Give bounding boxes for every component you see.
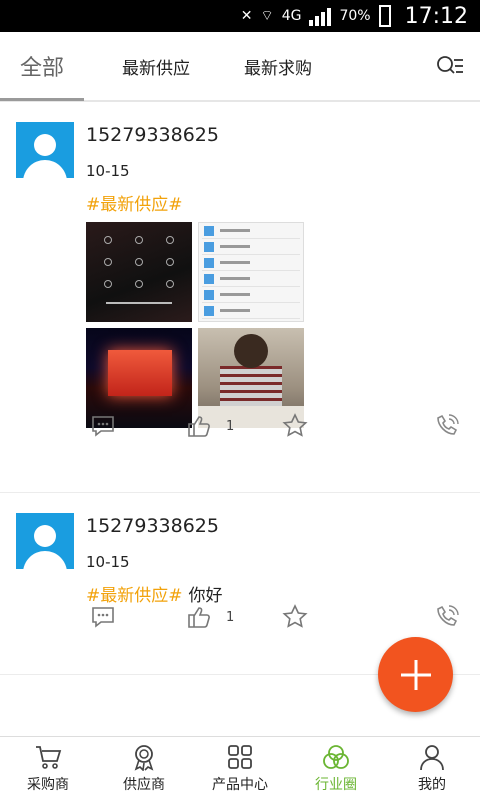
- post-date: 10-15: [86, 162, 130, 180]
- post-image-grid: [86, 222, 304, 428]
- mute-icon: ✕: [240, 8, 253, 24]
- thumbs-up-icon: [188, 416, 210, 437]
- person-icon: [420, 745, 444, 771]
- tab-latest-supply[interactable]: 最新供应: [106, 32, 206, 100]
- bottom-navigation: 采购商 供应商 产品中心 行业圈 我的: [0, 736, 480, 800]
- add-post-button[interactable]: [378, 637, 453, 712]
- post-content: #最新供应# 你好: [86, 581, 223, 606]
- comment-button[interactable]: [90, 604, 116, 630]
- like-count: 1: [226, 609, 235, 625]
- search-filter-icon[interactable]: [434, 52, 464, 82]
- star-icon: [282, 604, 308, 628]
- nav-label: 我的: [418, 777, 446, 793]
- medal-icon: [134, 745, 154, 771]
- nav-buyers[interactable]: 采购商: [0, 737, 96, 800]
- comment-icon: [92, 607, 114, 628]
- phone-icon: [437, 414, 459, 435]
- call-button[interactable]: [434, 604, 460, 630]
- nav-label: 产品中心: [212, 777, 268, 793]
- avatar[interactable]: [16, 513, 74, 569]
- nav-label: 供应商: [123, 777, 165, 793]
- post-message: 你好: [188, 586, 223, 606]
- post-image-screenshot-controls[interactable]: [86, 222, 192, 322]
- status-bar: ✕ ⌔ 4G 70% 17:12: [0, 0, 480, 32]
- favorite-button[interactable]: [282, 413, 308, 439]
- comment-button[interactable]: [90, 413, 116, 439]
- favorite-button[interactable]: [282, 604, 308, 630]
- grid-icon: [228, 745, 252, 769]
- like-button[interactable]: 1: [186, 604, 234, 630]
- post-tag[interactable]: #最新供应#: [86, 586, 183, 606]
- like-button[interactable]: 1: [186, 413, 234, 439]
- avatar[interactable]: [16, 122, 74, 178]
- phone-icon: [437, 605, 459, 626]
- clock: 17:12: [404, 3, 468, 29]
- post-username: 15279338625: [86, 124, 219, 146]
- post-username: 15279338625: [86, 515, 219, 537]
- nav-label: 采购商: [27, 777, 69, 793]
- post-image-screenshot-list[interactable]: [198, 222, 304, 322]
- comment-icon: [92, 416, 114, 437]
- thumbs-up-icon: [188, 607, 210, 628]
- nav-industry-circle[interactable]: 行业圈: [288, 737, 384, 800]
- network-type: 4G: [281, 8, 302, 24]
- post-card[interactable]: 15279338625 10-15 #最新供应# 1: [0, 102, 480, 493]
- nav-products[interactable]: 产品中心: [192, 737, 288, 800]
- battery-icon: [378, 5, 391, 27]
- tab-latest-purchase[interactable]: 最新求购: [228, 32, 328, 100]
- battery-percent: 70%: [339, 8, 371, 24]
- like-count: 1: [226, 418, 235, 434]
- tab-all[interactable]: 全部: [0, 31, 84, 101]
- post-date: 10-15: [86, 553, 130, 571]
- wifi-icon: ⌔: [260, 8, 274, 24]
- call-button[interactable]: [434, 413, 460, 439]
- star-icon: [282, 413, 308, 437]
- cart-icon: [36, 746, 62, 769]
- post-content: #最新供应#: [86, 190, 189, 215]
- signal-icon: [309, 6, 332, 26]
- nav-suppliers[interactable]: 供应商: [96, 737, 192, 800]
- tab-bar: 全部 最新供应 最新求购: [0, 32, 480, 102]
- plus-icon: [400, 659, 431, 690]
- nav-mine[interactable]: 我的: [384, 737, 480, 800]
- post-tag[interactable]: #最新供应#: [86, 195, 183, 215]
- nav-label: 行业圈: [315, 777, 357, 793]
- circles-icon: [323, 745, 349, 769]
